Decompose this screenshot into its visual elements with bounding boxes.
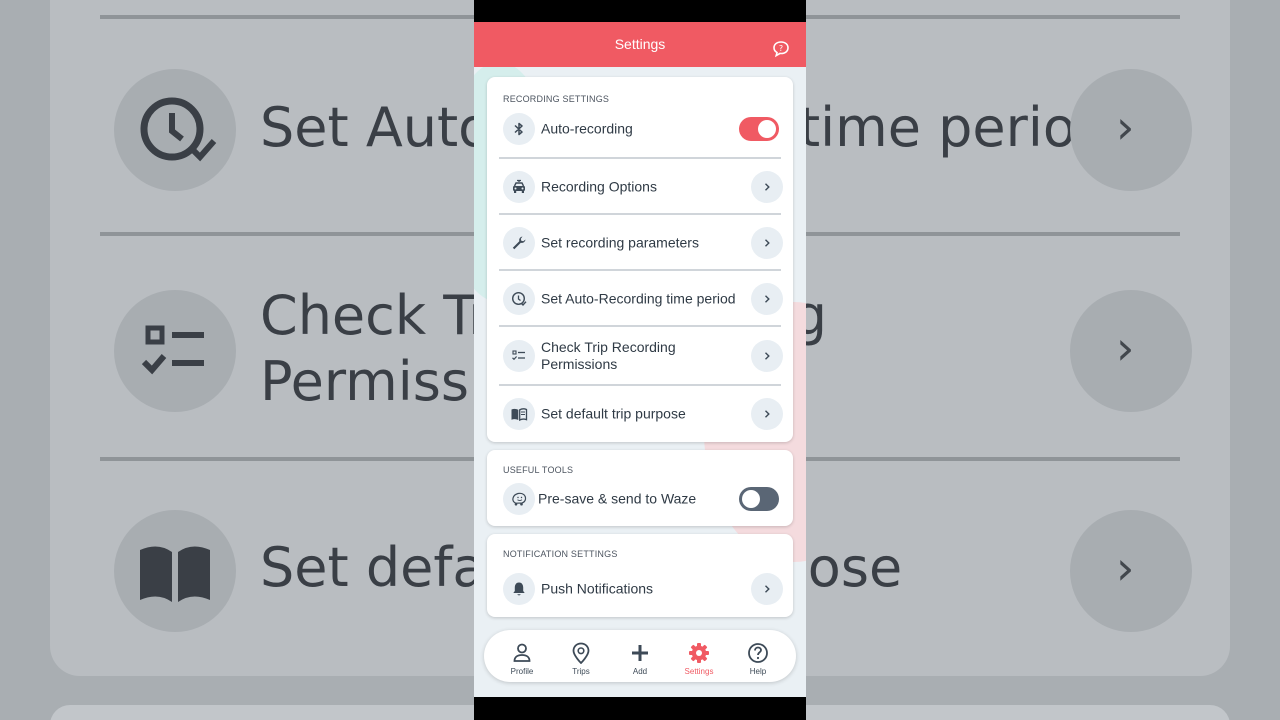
check-permissions-label: Check Trip Recording Permissions: [541, 339, 676, 372]
push-notifications-row[interactable]: Push Notifications: [499, 561, 783, 617]
nav-profile[interactable]: Profile: [494, 630, 550, 682]
background-clock-icon: [114, 69, 236, 191]
chat-help-icon[interactable]: ?: [772, 40, 790, 58]
waze-label: Pre-save & send to Waze: [538, 490, 697, 507]
auto-recording-time-period-row[interactable]: Set Auto-Recording time period: [499, 271, 783, 327]
toggle-knob: [758, 120, 776, 138]
car-icon: [503, 171, 535, 203]
page-title: Settings: [614, 36, 666, 52]
bottom-navigation: Profile Trips Add Settings Help: [484, 630, 796, 682]
app-header: Settings ?: [474, 22, 806, 67]
nav-trips[interactable]: Trips: [553, 630, 609, 682]
auto-recording-label: Auto-recording: [541, 120, 633, 137]
chevron-right-icon[interactable]: [751, 227, 783, 259]
chevron-right-icon[interactable]: [751, 340, 783, 372]
nav-help-label: Help: [749, 667, 767, 676]
recording-options-row[interactable]: Recording Options: [499, 159, 783, 215]
auto-recording-toggle[interactable]: [739, 117, 779, 141]
nav-trips-label: Trips: [572, 667, 590, 676]
auto-recording-row: Auto-recording: [499, 101, 781, 157]
recording-options-label: Recording Options: [541, 178, 657, 195]
toggle-knob: [742, 490, 760, 508]
svg-text:?: ?: [779, 44, 783, 53]
chevron-right-icon[interactable]: [751, 171, 783, 203]
chevron-right-icon[interactable]: [751, 573, 783, 605]
push-notifications-label: Push Notifications: [541, 580, 654, 597]
waze-icon: [503, 483, 535, 515]
wrench-icon: [503, 227, 535, 259]
background-chevron-icon: ›: [1116, 100, 1135, 154]
phone-frame: Settings ? RECORDING SETTINGS Auto-recor…: [474, 0, 806, 720]
plus-icon: [632, 645, 648, 661]
checklist-icon: [503, 340, 535, 372]
default-trip-purpose-label: Set default trip purpose: [541, 405, 686, 422]
nav-profile-label: Profile: [510, 667, 534, 676]
chevron-right-icon[interactable]: [751, 283, 783, 315]
default-trip-purpose-row[interactable]: Set default trip purpose: [499, 386, 783, 442]
set-recording-parameters-label: Set recording parameters: [541, 234, 699, 251]
nav-settings-label: Settings: [684, 667, 714, 676]
clock-check-icon: [503, 283, 535, 315]
chevron-right-icon[interactable]: [751, 398, 783, 430]
background-chevron-icon: ›: [1116, 541, 1135, 595]
check-permissions-row[interactable]: Check Trip Recording Permissions: [499, 327, 783, 385]
auto-recording-time-period-label: Set Auto-Recording time period: [541, 290, 736, 307]
recording-settings-card: RECORDING SETTINGS Auto-recording Record…: [487, 77, 793, 442]
help-icon: [748, 643, 768, 663]
waze-row: Pre-save & send to Waze: [499, 471, 781, 527]
section-label: NOTIFICATION SETTINGS: [503, 549, 618, 559]
set-recording-parameters-row[interactable]: Set recording parameters: [499, 215, 783, 271]
useful-tools-card: USEFUL TOOLS Pre-save & send to Waze: [487, 450, 793, 526]
background-chevron-icon: ›: [1116, 321, 1135, 375]
gear-icon: [689, 643, 709, 663]
bluetooth-icon: [503, 113, 535, 145]
background-checklist-icon: [114, 290, 236, 412]
nav-add-label: Add: [632, 667, 648, 676]
bell-icon: [503, 573, 535, 605]
app-screen: Settings ? RECORDING SETTINGS Auto-recor…: [474, 22, 806, 697]
background-book-icon: [114, 510, 236, 632]
person-icon: [513, 643, 531, 662]
book-icon: [503, 398, 535, 430]
nav-add[interactable]: Add: [612, 630, 668, 682]
waze-toggle[interactable]: [739, 487, 779, 511]
notification-settings-card: NOTIFICATION SETTINGS Push Notifications: [487, 534, 793, 617]
nav-help[interactable]: Help: [730, 630, 786, 682]
nav-settings[interactable]: Settings: [671, 630, 727, 682]
map-pin-icon: [572, 642, 590, 664]
